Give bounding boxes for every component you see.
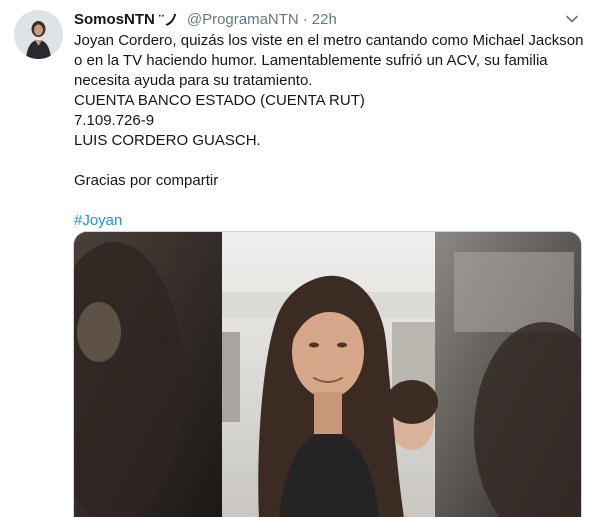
tweet-line: 7.109.726-9 (74, 112, 155, 129)
user-handle[interactable]: @ProgramaNTN (187, 11, 299, 28)
tweet-line: necesita ayuda para su tratamiento. (74, 72, 313, 89)
tweet-line: Gracias por compartir (74, 172, 219, 189)
avatar[interactable] (14, 10, 63, 59)
more-options-button[interactable] (563, 10, 581, 28)
display-name[interactable]: SomosNTN (74, 11, 155, 28)
hashtag-link[interactable]: #Joyan (74, 212, 122, 229)
chevron-down-icon (566, 15, 578, 23)
tweet-line: LUIS CORDERO GUASCH. (74, 132, 261, 149)
tweet-media[interactable] (73, 231, 582, 517)
timestamp[interactable]: 22h (312, 11, 337, 28)
tweet-header: SomosNTN ¨ノ @ProgramaNTN · 22h (74, 9, 573, 29)
tweet-text: Joyan Cordero, quizás los viste en el me… (74, 31, 584, 231)
name-emoji: ¨ノ (158, 11, 179, 29)
tweet-line: o en la TV haciendo humor. Lamentablemen… (74, 52, 548, 69)
separator-dot: · (302, 10, 308, 28)
video-thumbnail (74, 232, 581, 517)
avatar-image (14, 10, 63, 59)
tweet-line: Joyan Cordero, quizás los viste en el me… (74, 32, 584, 49)
tweet-line: CUENTA BANCO ESTADO (CUENTA RUT) (74, 92, 365, 109)
